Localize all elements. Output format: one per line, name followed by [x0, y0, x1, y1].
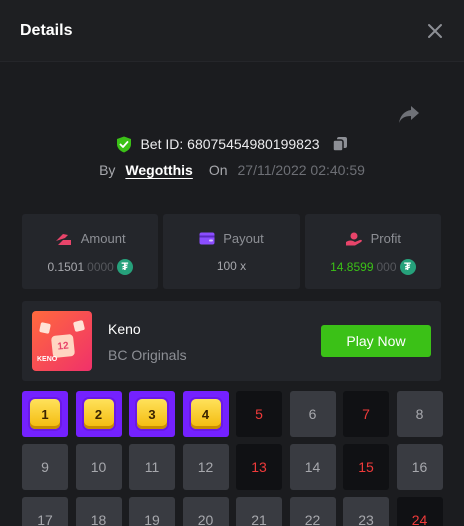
keno-cell: 2 — [75, 391, 122, 437]
keno-cell: 24 — [396, 497, 443, 526]
gem-icon: 2 — [83, 399, 114, 429]
thumb-label: KENO — [37, 356, 58, 363]
keno-cell: 16 — [396, 444, 443, 490]
amount-label: Amount — [80, 231, 126, 246]
keno-cell: 4 — [182, 391, 229, 437]
profit-hand-icon — [345, 232, 362, 245]
keno-cell: 20 — [182, 497, 229, 526]
gem-icon: 1 — [30, 399, 60, 429]
copy-icon[interactable] — [331, 136, 348, 152]
stats-row: Amount 0.15010000 ₮ Payout 100 x Profit — [22, 214, 441, 289]
gem-icon: 3 — [137, 399, 167, 429]
profit-label-row: Profit — [305, 231, 441, 246]
keno-cell: 14 — [289, 444, 336, 490]
keno-cell: 18 — [75, 497, 122, 526]
keno-cell: 15 — [343, 444, 389, 490]
tether-icon: ₮ — [116, 259, 133, 275]
by-label: By — [99, 162, 116, 178]
keno-cell: 17 — [22, 497, 68, 526]
payout-label-row: Payout — [163, 231, 299, 246]
bet-id-row: Bet ID: 68075454980199823 — [0, 133, 464, 155]
play-now-button[interactable]: Play Now — [321, 325, 431, 357]
stat-profit: Profit 14.8599 000 ₮ — [304, 214, 441, 289]
stat-amount: Amount 0.1501 0000 ₮ — [22, 214, 159, 289]
keno-cell: 8 — [396, 391, 443, 437]
wallet-icon — [199, 232, 215, 245]
amount-value-main: 0.1501 — [47, 260, 85, 274]
game-card: 12 KENO Keno BC Originals Play Now — [22, 301, 441, 381]
game-provider: BC Originals — [108, 347, 187, 363]
keno-cell: 10 — [75, 444, 122, 490]
payout-label: Payout — [223, 231, 264, 246]
payout-value: 100 x — [163, 259, 299, 273]
stat-payout: Payout 100 x — [163, 214, 300, 289]
gem-icon: 4 — [190, 399, 221, 429]
close-icon[interactable] — [426, 22, 444, 40]
dialog-header: Details — [0, 0, 464, 62]
share-icon[interactable] — [398, 104, 420, 124]
profit-value: 14.8599 000 ₮ — [305, 259, 441, 275]
dialog-title: Details — [20, 22, 73, 39]
payout-value-main: 100 x — [216, 259, 247, 273]
profit-label: Profit — [370, 231, 401, 246]
profit-value-main: 14.8599 — [330, 260, 374, 274]
keno-cell: 19 — [129, 497, 175, 526]
verified-shield-icon — [117, 136, 132, 152]
amount-value: 0.1501 0000 ₮ — [22, 259, 158, 275]
thumb-number: 12 — [50, 333, 76, 359]
keno-cell: 3 — [129, 391, 175, 437]
keno-cell: 23 — [343, 497, 389, 526]
keno-cell: 9 — [22, 444, 68, 490]
bet-id: Bet ID: 68075454980199823 — [140, 136, 320, 152]
game-name[interactable]: Keno — [108, 321, 141, 337]
keno-cell: 11 — [129, 444, 175, 490]
profit-value-dim: 000 — [376, 260, 397, 274]
amount-icon — [55, 233, 71, 245]
keno-cell: 13 — [236, 444, 282, 490]
thumb-decoration — [39, 322, 51, 334]
amount-value-dim: 0000 — [87, 260, 114, 274]
username-link[interactable]: Wegotthis — [125, 162, 192, 178]
bet-date: 27/11/2022 02:40:59 — [237, 162, 365, 178]
keno-cell: 5 — [236, 391, 282, 437]
keno-cell: 1 — [22, 391, 68, 437]
keno-thumbnail[interactable]: 12 KENO — [32, 311, 92, 371]
keno-cell: 6 — [289, 391, 336, 437]
amount-label-row: Amount — [22, 231, 158, 246]
keno-cell: 12 — [182, 444, 229, 490]
thumb-decoration — [72, 319, 86, 333]
bet-meta-row: By Wegotthis On 27/11/2022 02:40:59 — [0, 160, 464, 180]
keno-cell: 21 — [236, 497, 282, 526]
tether-icon: ₮ — [399, 259, 416, 275]
keno-cell: 22 — [289, 497, 336, 526]
keno-grid: 1 2 3 4 5 6 7 8 9 10 11 12 13 14 15 16 17 18 19 20 21 22 23 24 — [22, 391, 443, 526]
keno-cell: 7 — [343, 391, 389, 437]
on-label: On — [208, 162, 228, 178]
